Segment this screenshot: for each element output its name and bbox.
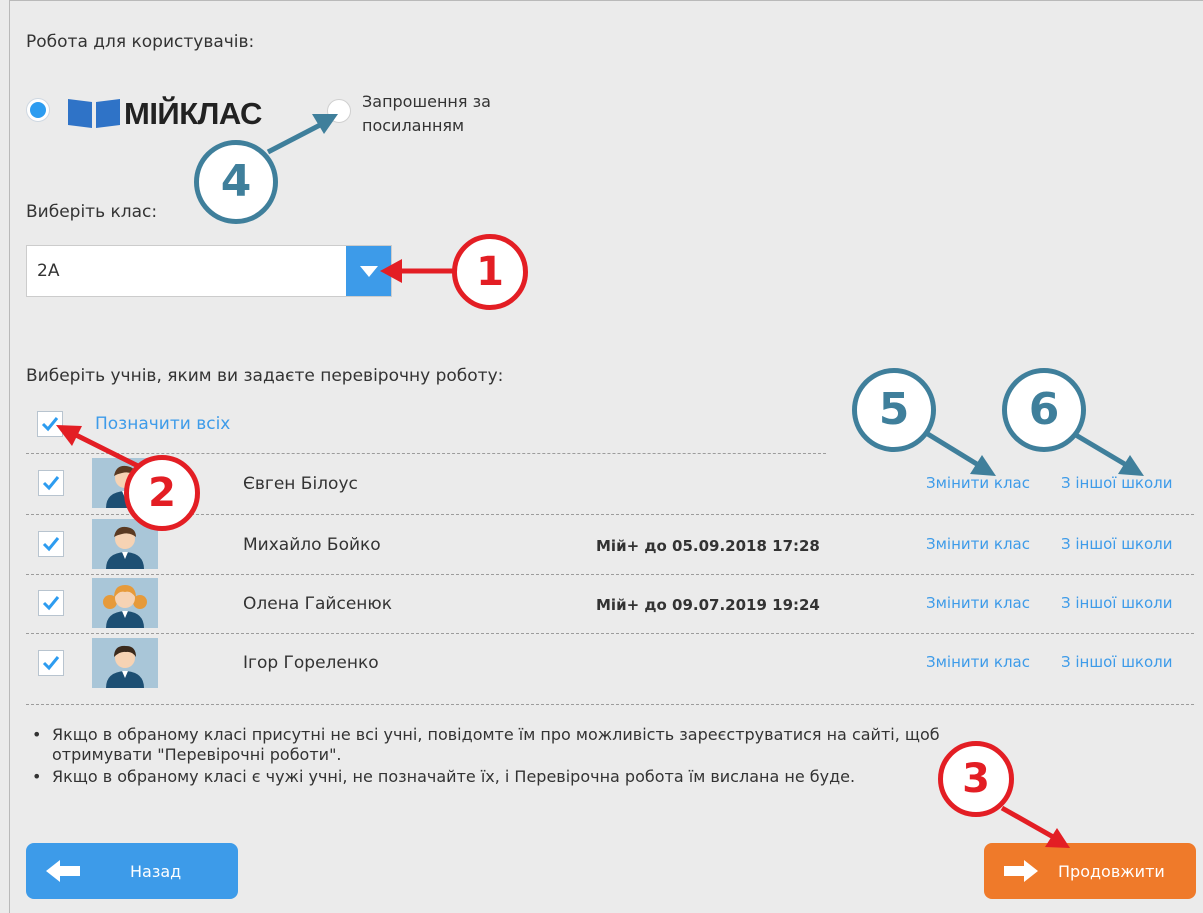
row-divider <box>26 574 1194 575</box>
myclass-book-icon <box>68 99 120 128</box>
row-divider <box>26 514 1194 515</box>
arrow-right-icon <box>1004 860 1038 882</box>
girl-avatar-icon <box>92 578 158 628</box>
class-select-label: Виберіть клас: <box>26 202 158 222</box>
student-checkbox[interactable] <box>38 650 64 676</box>
boy-avatar-icon <box>92 638 158 688</box>
avatar <box>92 578 158 628</box>
class-select-value: 2А <box>37 261 60 281</box>
checkmark-icon <box>42 656 60 671</box>
invite-link-label[interactable]: Запрошення за посиланням <box>362 90 491 138</box>
other-school-link[interactable]: З іншої школи <box>1061 474 1173 492</box>
myclass-radio[interactable] <box>26 98 50 122</box>
student-name: Михайло Бойко <box>243 535 381 555</box>
student-name: Євген Білоус <box>243 474 358 494</box>
notes-list: Якщо в обраному класі присутні не всі уч… <box>32 725 940 787</box>
select-all-label[interactable]: Позначити всіх <box>95 414 230 434</box>
students-prompt: Виберіть учнів, яким ви задаєте перевіро… <box>26 366 504 386</box>
back-button-label: Назад <box>130 862 182 881</box>
callout-2: 2 <box>124 455 200 531</box>
callout-5: 5 <box>852 368 936 452</box>
change-class-link[interactable]: Змінити клас <box>926 474 1030 492</box>
class-select[interactable]: 2А <box>26 245 392 297</box>
divider <box>26 453 826 454</box>
student-checkbox[interactable] <box>38 470 64 496</box>
other-school-link[interactable]: З іншої школи <box>1061 653 1173 671</box>
back-button[interactable]: Назад <box>26 843 238 899</box>
checkmark-icon <box>42 537 60 552</box>
student-name: Олена Гайсенюк <box>243 594 392 614</box>
invite-link-radio[interactable] <box>327 99 351 123</box>
callout-1: 1 <box>452 234 528 310</box>
callout-6: 6 <box>1002 368 1086 452</box>
checkmark-icon <box>42 596 60 611</box>
checkmark-icon <box>41 417 59 432</box>
checkmark-icon <box>42 476 60 491</box>
row-divider <box>26 633 1194 634</box>
other-school-link[interactable]: З іншої школи <box>1061 535 1173 553</box>
section-title: Робота для користувачів: <box>26 32 255 52</box>
change-class-link[interactable]: Змінити клас <box>926 653 1030 671</box>
select-all-checkbox[interactable] <box>37 411 63 437</box>
subscription-status: Мій+ до 05.09.2018 17:28 <box>596 537 820 555</box>
note-item: Якщо в обраному класі присутні не всі уч… <box>32 725 940 765</box>
subscription-status: Мій+ до 09.07.2019 19:24 <box>596 596 820 614</box>
continue-button[interactable]: Продовжити <box>984 843 1196 899</box>
student-name: Ігор Гореленко <box>243 653 379 673</box>
dropdown-arrow-icon[interactable] <box>346 246 391 296</box>
avatar <box>92 638 158 688</box>
student-checkbox[interactable] <box>38 531 64 557</box>
change-class-link[interactable]: Змінити клас <box>926 594 1030 612</box>
callout-3: 3 <box>938 741 1014 817</box>
callout-4: 4 <box>194 140 278 224</box>
row-divider <box>26 704 1194 705</box>
myclass-logo: МІЙКЛАС <box>124 96 262 131</box>
note-item: Якщо в обраному класі є чужі учні, не по… <box>32 767 940 787</box>
change-class-link[interactable]: Змінити клас <box>926 535 1030 553</box>
continue-button-label: Продовжити <box>1058 862 1165 881</box>
arrow-left-icon <box>46 860 80 882</box>
student-checkbox[interactable] <box>38 590 64 616</box>
other-school-link[interactable]: З іншої школи <box>1061 594 1173 612</box>
